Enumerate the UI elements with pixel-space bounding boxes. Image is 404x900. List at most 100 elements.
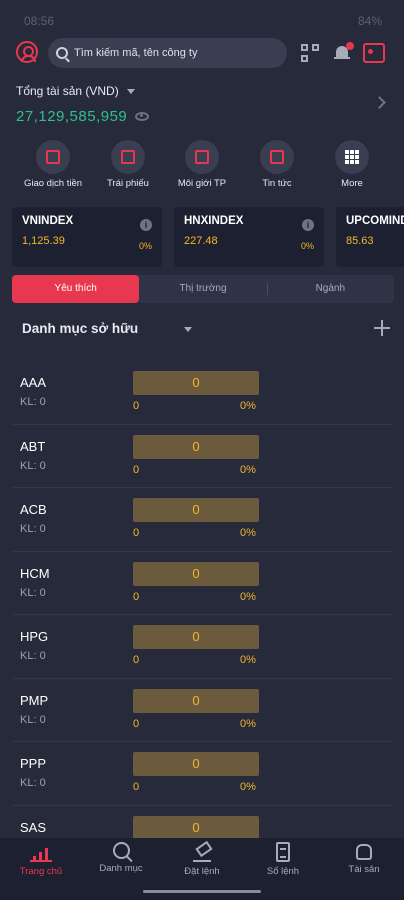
order-book-icon [276,842,290,862]
stock-change: 0 [133,781,140,793]
nav-assets[interactable]: Tài sản [324,838,404,888]
app-header [0,36,404,70]
stock-symbol: PPP [20,756,47,771]
info-icon[interactable]: i [302,219,314,231]
chevron-down-icon[interactable] [126,88,135,94]
quick-action-bonds[interactable]: Trái phiếu [88,140,168,189]
portfolio-selector[interactable]: Danh mục sở hữu [22,320,394,340]
stock-change: 0 [133,463,140,476]
nav-label: Danh mục [99,863,143,874]
stock-change-pct: 0% [240,717,256,730]
account-card-icon[interactable] [363,43,385,63]
status-battery: 84% [357,14,382,28]
index-value: 85.63 [346,235,374,247]
nav-label: Trang chủ [19,866,63,877]
stock-volume: KL: 0 [20,396,46,408]
notification-bell-icon[interactable] [333,42,354,62]
quick-action-label: Tin tức [262,178,292,189]
index-name: VNINDEX [22,215,74,227]
stock-change: 0 [133,654,140,666]
stock-symbol: HPG [20,629,49,644]
portfolio-title: Danh mục sở hữu [22,321,139,336]
list-item[interactable]: AAA KL: 0 0 0 0% [0,361,404,425]
add-icon[interactable] [374,320,390,336]
list-item[interactable]: HPG KL: 0 0 0 0% [0,615,404,679]
stock-price: 0 [133,371,259,395]
watchlist-tabs: Yêu thích Thị trường Ngành [12,275,394,303]
chevron-right-icon[interactable] [373,96,386,109]
stock-price: 0 [133,752,259,776]
stock-change-pct: 0% [240,654,256,666]
quick-action-label: Môi giới TP [177,178,227,189]
stock-price: 0 [133,434,259,459]
magnifier-chart-icon [112,842,130,859]
list-item[interactable]: PMP KL: 0 0 0 0% [0,679,404,742]
index-change-pct: 0% [300,241,314,251]
user-avatar-icon[interactable] [16,41,38,63]
total-assets[interactable]: Tổng tài sản (VND) 27,129,585,959 [16,84,150,125]
stock-change-pct: 0% [240,400,256,412]
quick-action-bond-broker[interactable]: Môi giới TP [162,140,242,189]
quick-action-label: More [341,178,363,189]
list-item[interactable]: ACB KL: 0 0 0 0% [0,488,404,552]
tab-market[interactable]: Thị trường [139,275,266,303]
stock-price: 0 [133,498,259,522]
list-item[interactable]: HCM KL: 0 0 0 0% [0,552,404,615]
stock-volume: KL: 0 [20,777,46,789]
grid-icon [345,150,359,164]
stock-volume: KL: 0 [20,523,46,535]
stock-price: 0 [133,815,259,838]
tab-industry[interactable]: Ngành [266,275,394,303]
stock-symbol: HCM [20,565,50,581]
stock-change-pct: 0% [240,781,256,793]
search-bar[interactable] [48,38,287,68]
index-card-vnindex[interactable]: VNINDEX 1,125.39 0% i [12,207,162,267]
nav-home[interactable]: Trang chủ [1,838,81,888]
list-item[interactable]: SAS 0 [0,806,404,838]
bond-broker-icon [195,150,209,164]
stock-volume: KL: 0 [20,459,46,472]
stock-symbol: SAS [20,819,47,835]
chevron-down-icon[interactable] [184,327,192,332]
quick-action-money-transfer[interactable]: Giao dịch tiền [13,140,93,189]
status-bar: 08:56 84% [0,0,404,34]
qr-code-icon[interactable] [301,44,319,62]
total-assets-value-row: 27,129,585,959 [16,108,150,125]
info-icon[interactable]: i [140,219,152,231]
nav-portfolio[interactable]: Danh mục [81,838,161,888]
news-icon [270,150,284,164]
nav-order-book[interactable]: Sổ lệnh [243,838,323,888]
money-bag-icon [356,844,372,860]
index-card-upcomindex[interactable]: UPCOMINDEX 85.63 [336,207,404,267]
gavel-icon [191,842,213,862]
home-chart-icon [30,842,52,862]
index-value: 227.48 [184,235,218,247]
stock-symbol: PMP [20,692,49,708]
list-item[interactable]: ABT KL: 0 0 0 0% [0,425,404,488]
stock-change: 0 [133,400,140,412]
home-indicator[interactable] [143,890,261,893]
bond-icon [121,150,135,164]
nav-place-order[interactable]: Đặt lệnh [162,838,242,888]
index-card-hnxindex[interactable]: HNXINDEX 227.48 0% i [174,207,324,267]
stock-change-pct: 0% [240,463,256,476]
money-transfer-icon [46,150,60,164]
list-item[interactable]: PPP KL: 0 0 0 0% [0,742,404,806]
tab-favorites[interactable]: Yêu thích [12,275,140,303]
quick-action-more[interactable]: More [312,140,392,189]
total-assets-label: Tổng tài sản (VND) [16,84,119,98]
stock-list: AAA KL: 0 0 0 0% ABT KL: 0 0 0 0% ACB KL… [0,361,404,838]
nav-label: Đặt lệnh [184,866,220,877]
index-change-pct: 0% [138,241,152,251]
eye-icon[interactable] [135,112,150,121]
stock-change: 0 [133,717,140,730]
quick-action-label: Giao dịch tiền [23,178,83,189]
stock-symbol: ABT [20,438,46,454]
stock-volume: KL: 0 [20,713,46,726]
nav-label: Sổ lệnh [266,866,300,877]
search-input[interactable] [74,47,274,59]
stock-price: 0 [133,561,259,586]
index-name: UPCOMINDEX [346,215,404,227]
stock-volume: KL: 0 [20,650,46,662]
quick-action-news[interactable]: Tin tức [237,140,317,189]
